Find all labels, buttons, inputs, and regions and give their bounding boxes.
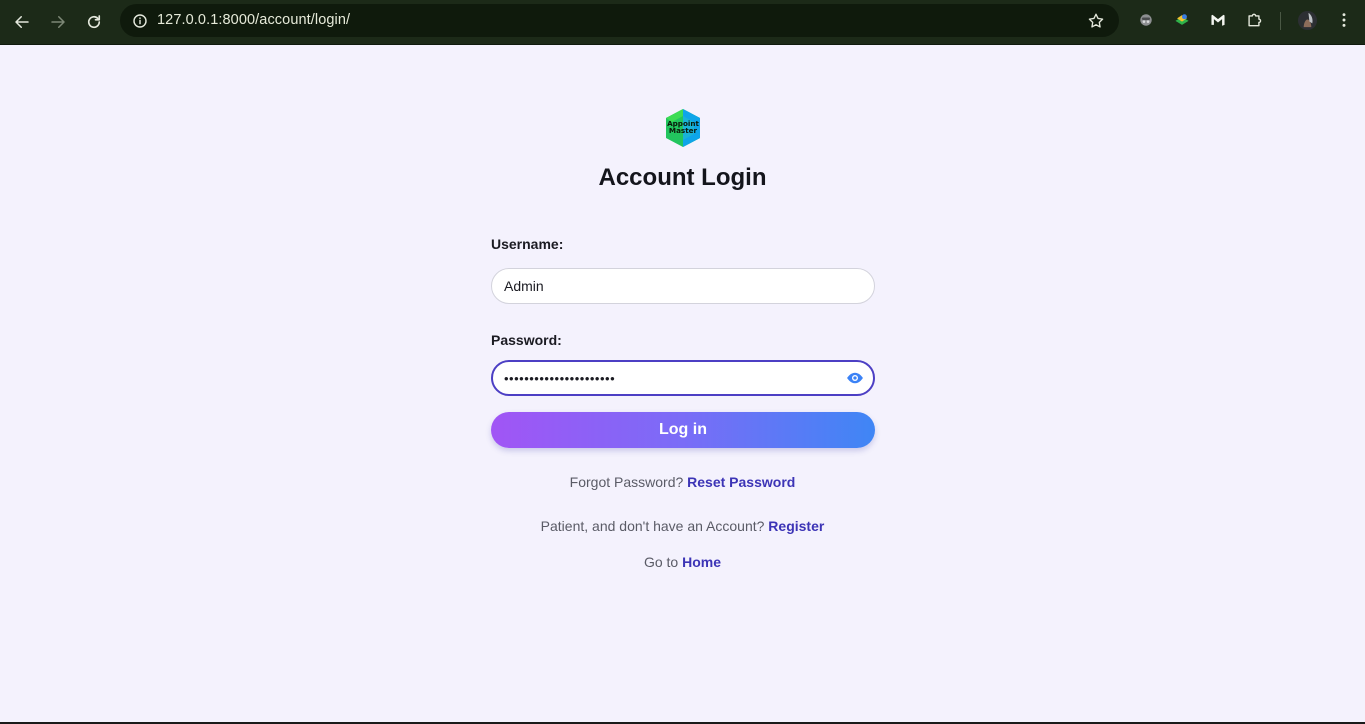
back-arrow-icon[interactable] <box>8 8 36 36</box>
star-icon[interactable] <box>1085 10 1107 32</box>
browser-toolbar: 127.0.0.1:8000/account/login/ <box>0 0 1365 45</box>
eye-icon[interactable] <box>845 368 865 388</box>
password-input[interactable] <box>491 360 875 396</box>
page-title: Account Login <box>598 164 767 191</box>
login-button[interactable]: Log in <box>491 412 875 448</box>
appoint-master-logo: Appoint Master <box>664 108 702 148</box>
url-text[interactable]: 127.0.0.1:8000/account/login/ <box>157 12 350 28</box>
logo-text-line2: Master <box>668 126 698 136</box>
username-label: Username: <box>491 236 564 252</box>
forgot-password-text: Forgot Password? <box>569 474 684 490</box>
kebab-menu-icon[interactable] <box>1333 9 1355 31</box>
register-link[interactable]: Register <box>768 518 824 534</box>
register-prompt-text: Patient, and don't have an Account? <box>540 518 765 534</box>
reload-icon[interactable] <box>80 8 108 36</box>
register-line: Patient, and don't have an Account? Regi… <box>0 518 1365 534</box>
forgot-password-line: Forgot Password? Reset Password <box>0 474 1365 490</box>
malwarebytes-extension-icon[interactable] <box>1207 9 1229 31</box>
toolbar-separator <box>1280 12 1281 30</box>
info-icon[interactable] <box>128 9 152 33</box>
home-prompt-text: Go to <box>643 554 679 570</box>
reset-password-link[interactable]: Reset Password <box>687 474 795 490</box>
layers-extension-icon[interactable] <box>1171 9 1193 31</box>
home-link[interactable]: Home <box>682 554 721 570</box>
address-bar[interactable]: 127.0.0.1:8000/account/login/ <box>120 4 1119 37</box>
incognito-extension-icon[interactable] <box>1135 9 1157 31</box>
profile-avatar[interactable] <box>1296 9 1318 31</box>
password-label: Password: <box>491 332 562 348</box>
puzzle-extensions-icon[interactable] <box>1243 9 1265 31</box>
forward-arrow-icon[interactable] <box>44 8 72 36</box>
username-input[interactable] <box>491 268 875 304</box>
home-line: Go to Home <box>0 554 1365 570</box>
